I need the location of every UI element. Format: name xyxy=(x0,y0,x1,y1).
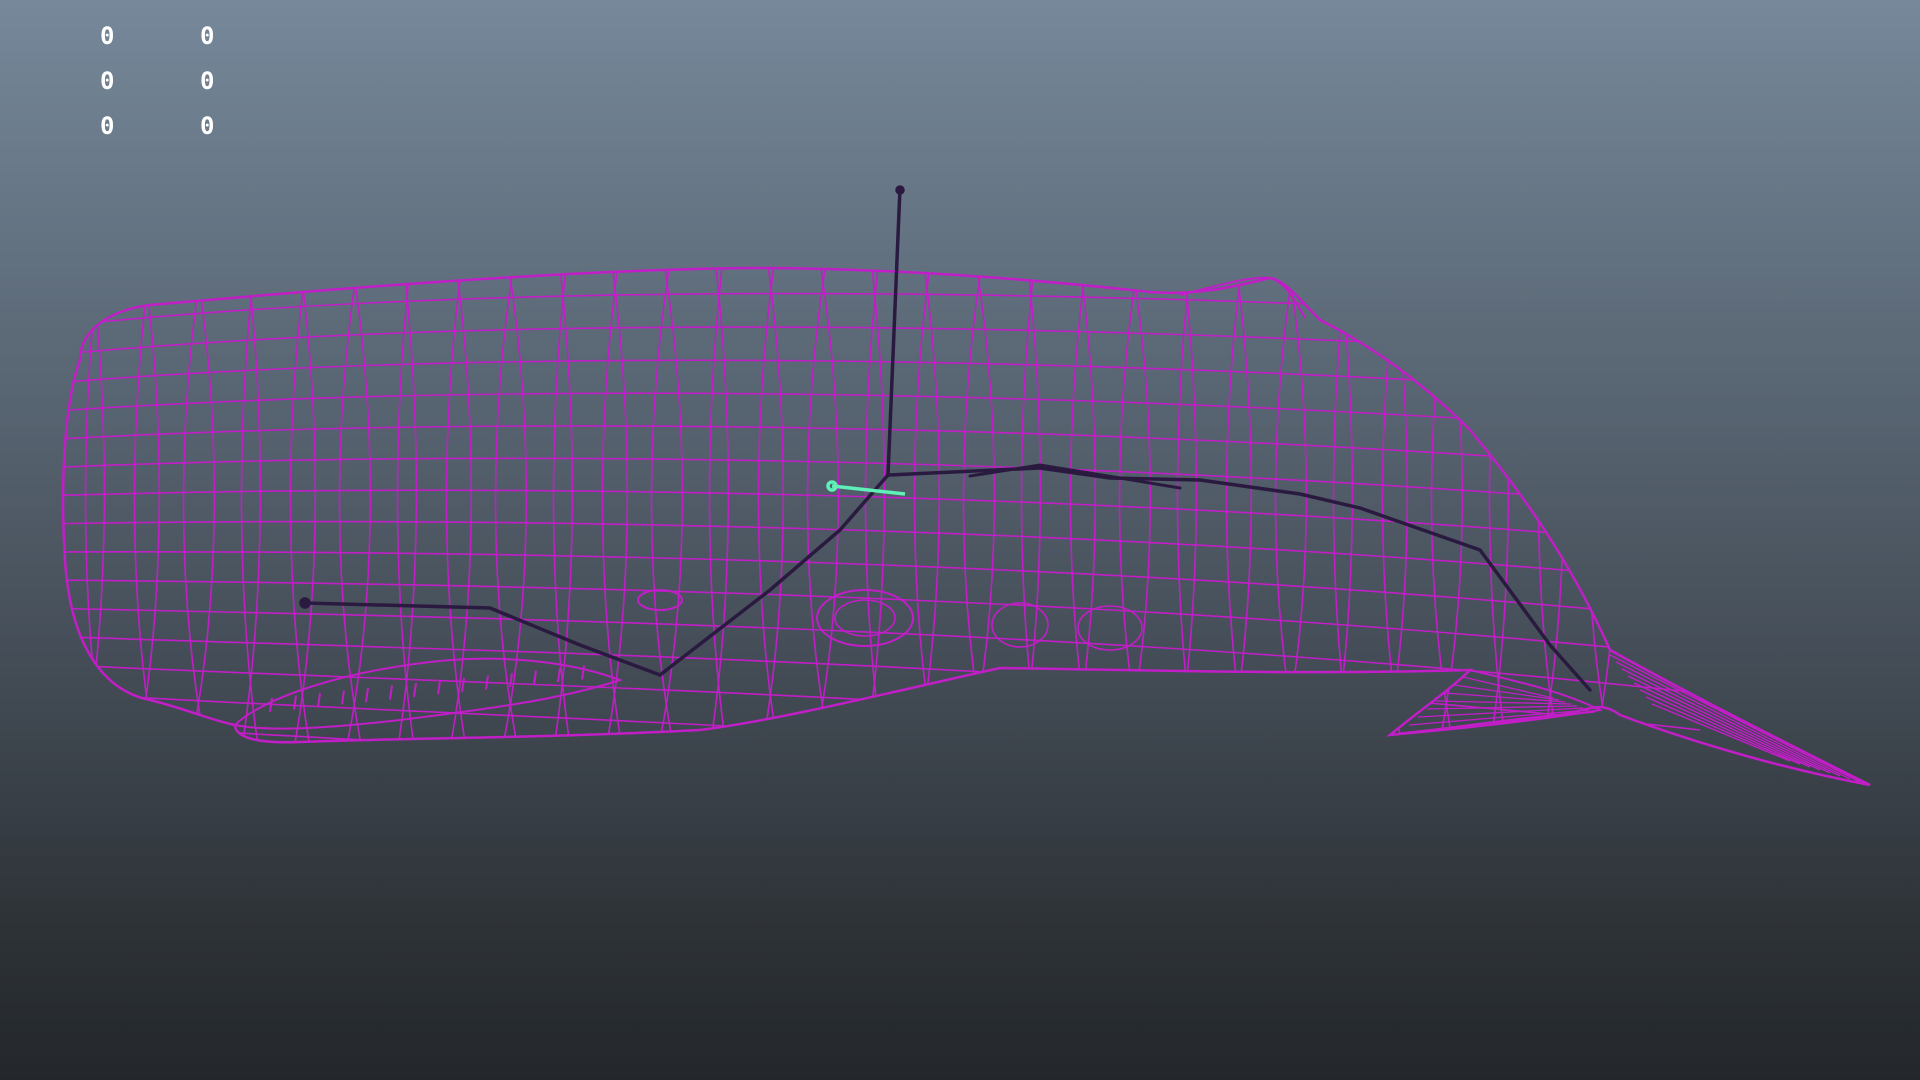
skeleton-joints[interactable] xyxy=(299,185,1592,692)
tail-mesh-line xyxy=(1621,668,1841,777)
mesh-ring xyxy=(187,268,216,761)
mesh-ring xyxy=(396,268,417,761)
whale-eye xyxy=(637,589,683,611)
mesh-loop xyxy=(63,425,1701,472)
fin-mesh-line xyxy=(1444,692,1566,703)
tail-mesh-line xyxy=(1639,689,1811,768)
mesh-ring xyxy=(240,268,261,761)
mesh-ring xyxy=(1019,268,1042,761)
mesh-ring xyxy=(967,268,996,761)
head-joint xyxy=(299,597,311,609)
whale-tooth xyxy=(341,690,345,705)
tail-mesh-line xyxy=(1609,654,1861,783)
whale-tooth xyxy=(557,667,561,683)
whale-tooth xyxy=(437,680,441,695)
whale-tooth xyxy=(533,670,537,685)
mesh-ring xyxy=(291,268,317,761)
pivot-axis-tip xyxy=(895,185,905,195)
mesh-loop xyxy=(63,489,1701,546)
mesh-ring xyxy=(1383,268,1409,761)
whale-tooth xyxy=(389,685,393,700)
mesh-ring xyxy=(1175,268,1198,761)
mesh-ring xyxy=(445,268,469,761)
tail-mesh-line xyxy=(1615,661,1851,780)
belly-detail xyxy=(991,602,1049,648)
mesh-ring xyxy=(133,268,157,761)
mesh-ring xyxy=(1430,268,1457,761)
mesh-ring xyxy=(1123,268,1152,761)
mesh-ring xyxy=(552,268,573,761)
mesh-loop xyxy=(63,392,1701,435)
whale-tooth xyxy=(509,672,513,688)
selected-joint[interactable] xyxy=(826,480,906,496)
whale-tooth xyxy=(461,677,465,693)
mesh-ring xyxy=(1020,268,1041,761)
mesh-ring xyxy=(289,268,313,761)
whale-mesh-wireframe[interactable] xyxy=(40,250,1871,841)
mesh-ring xyxy=(1435,268,1464,761)
mesh-ring xyxy=(1176,268,1197,761)
mesh-ring xyxy=(864,268,885,761)
mesh-loop xyxy=(63,457,1701,509)
mesh-ring xyxy=(343,268,372,761)
mesh-ring xyxy=(1227,268,1253,761)
mesh-ring xyxy=(1279,268,1308,761)
whale-tooth xyxy=(581,665,585,680)
mesh-ring xyxy=(1381,268,1405,761)
mesh-ring xyxy=(1225,268,1249,761)
mesh-grid xyxy=(63,268,1701,785)
tail-mesh-line xyxy=(1645,696,1801,765)
whale-tooth xyxy=(293,695,297,710)
whale-tooth xyxy=(365,687,369,703)
whale-tooth xyxy=(413,682,417,698)
mesh-ring xyxy=(135,268,161,761)
fin-mesh-line xyxy=(1399,711,1596,734)
tail-mesh xyxy=(1609,654,1861,783)
mesh-loop xyxy=(63,719,1701,785)
tail-fluke xyxy=(1609,649,1871,786)
whale-tooth xyxy=(269,697,273,713)
mesh-ring xyxy=(1537,268,1561,761)
selected-bone xyxy=(831,484,906,496)
belly-detail xyxy=(1077,605,1143,651)
scene-canvas[interactable] xyxy=(0,0,1920,1080)
mesh-loop xyxy=(63,292,1701,329)
mesh-loop xyxy=(63,635,1701,731)
3d-viewport[interactable]: 0 0 0 0 0 0 xyxy=(0,0,1920,1080)
mesh-ring xyxy=(447,268,473,761)
fin-mesh-line xyxy=(1426,705,1578,710)
pivot-axis-vertical xyxy=(886,186,902,477)
tail-mesh-line xyxy=(1627,675,1831,774)
whale-tooth xyxy=(317,692,321,708)
whale-teeth xyxy=(269,665,585,713)
mesh-ring xyxy=(1539,268,1565,761)
whale-tooth xyxy=(485,675,489,690)
pectoral-detail xyxy=(834,599,896,637)
